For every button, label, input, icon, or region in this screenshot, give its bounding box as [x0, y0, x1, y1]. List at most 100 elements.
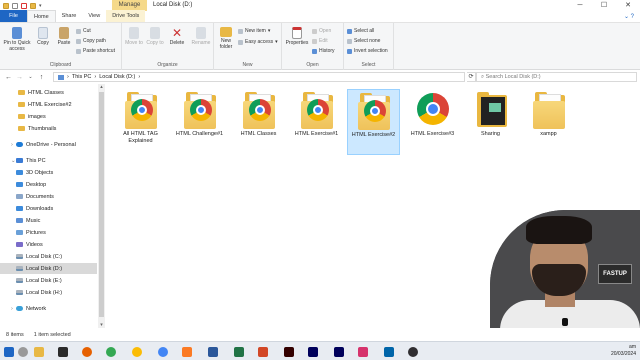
copy-path-button[interactable]: Copy path — [76, 38, 106, 44]
obs-icon[interactable] — [408, 347, 418, 357]
system-clock[interactable]: am 20/03/2024 — [611, 344, 636, 358]
vector-icon[interactable] — [358, 347, 368, 357]
scroll-up-arrow[interactable]: ▴ — [98, 84, 105, 90]
file-item-xampp[interactable]: xampp — [522, 89, 575, 138]
tab-drive-tools[interactable]: Drive Tools — [106, 10, 146, 22]
new-folder-icon[interactable] — [30, 2, 36, 9]
checkbox-icon[interactable] — [21, 2, 27, 9]
refresh-button[interactable]: ⟳ — [467, 72, 476, 82]
select-all-button[interactable]: Select all — [347, 28, 374, 34]
sidebar-item-html-classes[interactable]: HTML Classes — [0, 87, 97, 98]
copy-to-button[interactable]: Copy to — [146, 27, 164, 46]
file-item-html-exercise-1[interactable]: HTML Exercise#1 — [290, 89, 343, 138]
folder-icon[interactable] — [3, 2, 9, 9]
file-explorer-icon[interactable] — [34, 347, 44, 357]
delete-button[interactable]: ✕ Delete — [168, 27, 186, 46]
file-item-sharing[interactable]: Sharing — [464, 89, 517, 138]
file-item-html-exercise-3[interactable]: HTML Exercise#3 — [406, 89, 459, 138]
chrome-icon[interactable] — [132, 347, 142, 357]
recent-locations-button[interactable]: ⌄ — [25, 74, 36, 80]
illustrator-icon[interactable] — [284, 347, 294, 357]
chevron-down-icon[interactable]: ▾ — [39, 3, 42, 9]
sidebar-item-3d-objects[interactable]: 3D Objects — [0, 167, 97, 178]
file-item-html-exercise-2[interactable]: HTML Exercise#2 — [347, 89, 400, 155]
sidebar-item-downloads[interactable]: Downloads — [0, 203, 97, 214]
new-item-button[interactable]: New item ▾ — [238, 28, 270, 34]
invert-selection-icon — [347, 48, 352, 54]
copy-to-icon — [150, 27, 160, 39]
properties-button[interactable]: Properties — [284, 27, 310, 46]
history-button[interactable]: History — [312, 48, 335, 54]
close-button[interactable]: ✕ — [616, 0, 640, 11]
excel-icon[interactable] — [234, 347, 244, 357]
chrome-icon — [415, 89, 451, 129]
move-to-icon — [129, 27, 139, 39]
forward-button[interactable]: → — [14, 74, 25, 81]
sidebar-item-html-exercise-2[interactable]: HTML Exercise#2 — [0, 99, 97, 110]
audition-icon[interactable] — [334, 347, 344, 357]
computer-icon — [58, 74, 64, 80]
sidebar-item-music[interactable]: Music — [0, 215, 97, 226]
sidebar-item-images[interactable]: images — [0, 111, 97, 122]
sidebar-item-network[interactable]: › Network — [0, 303, 97, 314]
clock-time: am — [629, 344, 636, 350]
scrollbar-thumb[interactable] — [99, 92, 104, 317]
paste-button[interactable]: Paste — [54, 27, 74, 46]
search-icon[interactable] — [18, 347, 28, 357]
clipboard-group: Pin to Quick access Copy Paste Cut Copy … — [0, 23, 122, 70]
back-button[interactable]: ← — [3, 74, 14, 81]
address-path[interactable]: › This PC › Local Disk (D:) › — [53, 72, 465, 82]
select-none-button[interactable]: Select none — [347, 38, 380, 44]
paste-shortcut-button[interactable]: Paste shortcut — [76, 48, 115, 54]
sidebar-item-pictures[interactable]: Pictures — [0, 227, 97, 238]
firefox-icon[interactable] — [82, 347, 92, 357]
breadcrumb-this-pc[interactable]: This PC — [72, 74, 92, 80]
tab-view[interactable]: View — [82, 10, 106, 22]
edit-button[interactable]: Edit — [312, 38, 328, 44]
start-icon[interactable] — [4, 347, 14, 357]
sidebar-item-onedrive[interactable]: › OneDrive - Personal — [0, 139, 97, 150]
sidebar-item-desktop[interactable]: Desktop — [0, 179, 97, 190]
file-item-all-html-tag-explained[interactable]: All HTML TAG Explained — [114, 89, 167, 145]
select-all-icon — [347, 28, 352, 34]
new-folder-button[interactable]: New folder — [216, 27, 236, 50]
move-to-button[interactable]: Move to — [124, 27, 144, 46]
sidebar-item-local-disk-h[interactable]: Local Disk (H:) — [0, 287, 97, 298]
tab-file[interactable]: File — [0, 10, 27, 22]
xampp-icon[interactable] — [182, 347, 192, 357]
tab-share[interactable]: Share — [56, 10, 83, 22]
breadcrumb-local-disk-d[interactable]: Local Disk (D:) — [99, 74, 135, 80]
sidebar-item-this-pc[interactable]: ⌄ This PC — [0, 155, 97, 166]
minimize-button[interactable]: ─ — [568, 0, 592, 11]
chrome-icon[interactable] — [158, 347, 168, 357]
powerpoint-icon[interactable] — [258, 347, 268, 357]
search-input[interactable]: ⌕ Search Local Disk (D:) — [476, 72, 637, 82]
sidebar-item-documents[interactable]: Documents — [0, 191, 97, 202]
file-item-html-challenge-1[interactable]: HTML Challenge#1 — [173, 89, 226, 138]
file-item-html-classes[interactable]: HTML Classes — [232, 89, 285, 138]
pin-quick-access-button[interactable]: Pin to Quick access — [2, 27, 32, 52]
chrome-icon[interactable] — [106, 347, 116, 357]
tab-home[interactable]: Home — [27, 10, 56, 22]
sidebar-item-local-disk-d[interactable]: Local Disk (D:) — [0, 263, 97, 274]
vscode-icon[interactable] — [384, 347, 394, 357]
maximize-button[interactable]: ☐ — [592, 0, 616, 11]
rename-button[interactable]: Rename — [190, 27, 212, 46]
word-icon[interactable] — [208, 347, 218, 357]
sidebar-item-local-disk-c[interactable]: Local Disk (C:) — [0, 251, 97, 262]
help-icon[interactable]: ⌄ ? — [624, 13, 634, 20]
terminal-icon[interactable] — [58, 347, 68, 357]
sidebar-item-local-disk-e[interactable]: Local Disk (E:) — [0, 275, 97, 286]
easy-access-button[interactable]: Easy access ▾ — [238, 39, 278, 45]
premiere-icon[interactable] — [308, 347, 318, 357]
cut-button[interactable]: Cut — [76, 28, 91, 34]
sidebar-scrollbar[interactable]: ▴ ▾ — [98, 84, 105, 328]
copy-button[interactable]: Copy — [34, 27, 52, 46]
sidebar-item-videos[interactable]: Videos — [0, 239, 97, 250]
properties-icon[interactable] — [12, 2, 18, 9]
invert-selection-button[interactable]: Invert selection — [347, 48, 388, 54]
up-button[interactable]: ↑ — [36, 74, 47, 81]
videos-icon — [16, 242, 23, 247]
open-button[interactable]: Open — [312, 28, 331, 34]
sidebar-item-thumbnails[interactable]: Thumbnails — [0, 123, 97, 134]
